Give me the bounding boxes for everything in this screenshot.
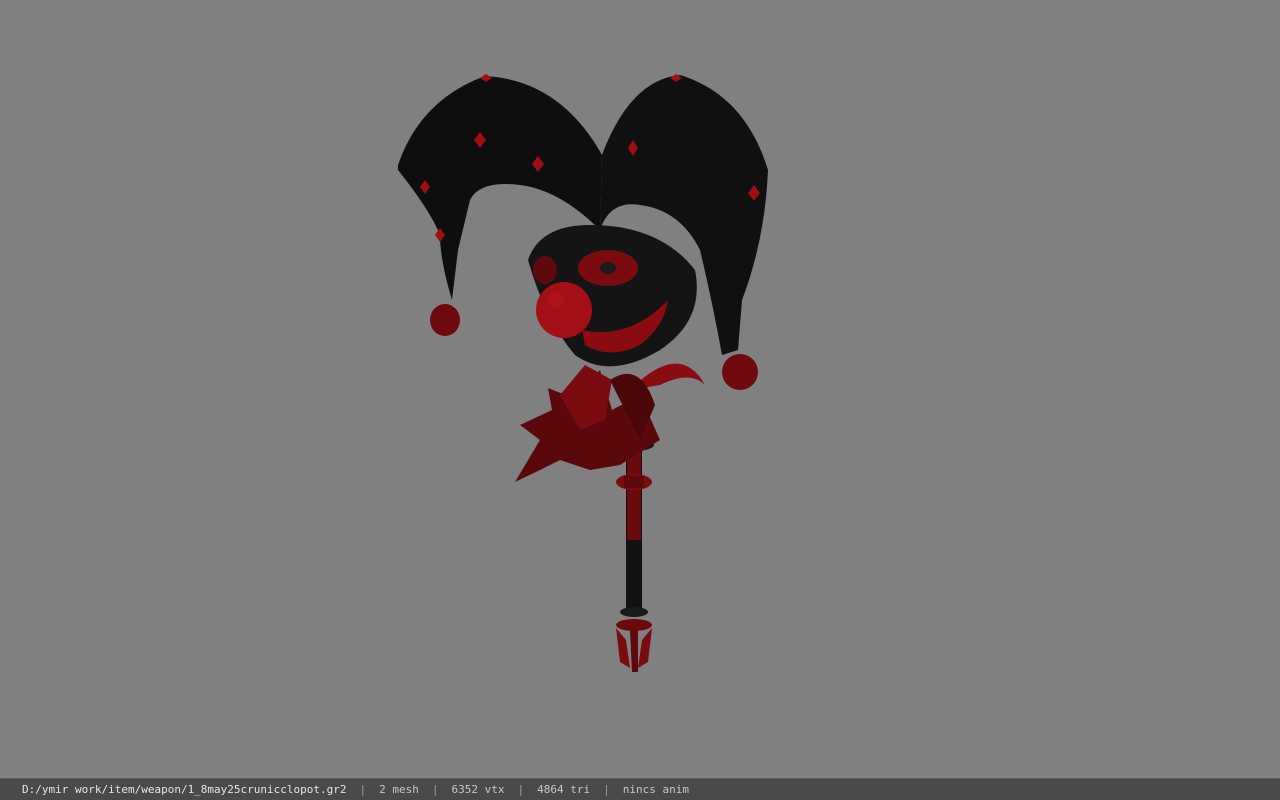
3d-viewport[interactable] [0, 0, 1280, 778]
scepter-shaft [614, 439, 654, 672]
file-path-label: D:/ymir work/item/weapon/1_8may25crunicc… [22, 783, 347, 796]
status-bar: D:/ymir work/item/weapon/1_8may25crunicc… [0, 778, 1280, 800]
triangle-count-label: 4864 tri [537, 783, 591, 796]
separator: | [431, 783, 439, 796]
ruffled-collar [515, 363, 705, 482]
separator: | [603, 783, 610, 796]
anim-status-label: nincs anim [622, 783, 689, 796]
mesh-count-label: 2 mesh [379, 783, 419, 796]
separator: | [517, 783, 525, 796]
jester-face [528, 225, 697, 367]
vertex-count-label: 6352 vtx [451, 783, 505, 796]
jester-scepter-model [398, 74, 768, 672]
separator: | [359, 783, 367, 796]
